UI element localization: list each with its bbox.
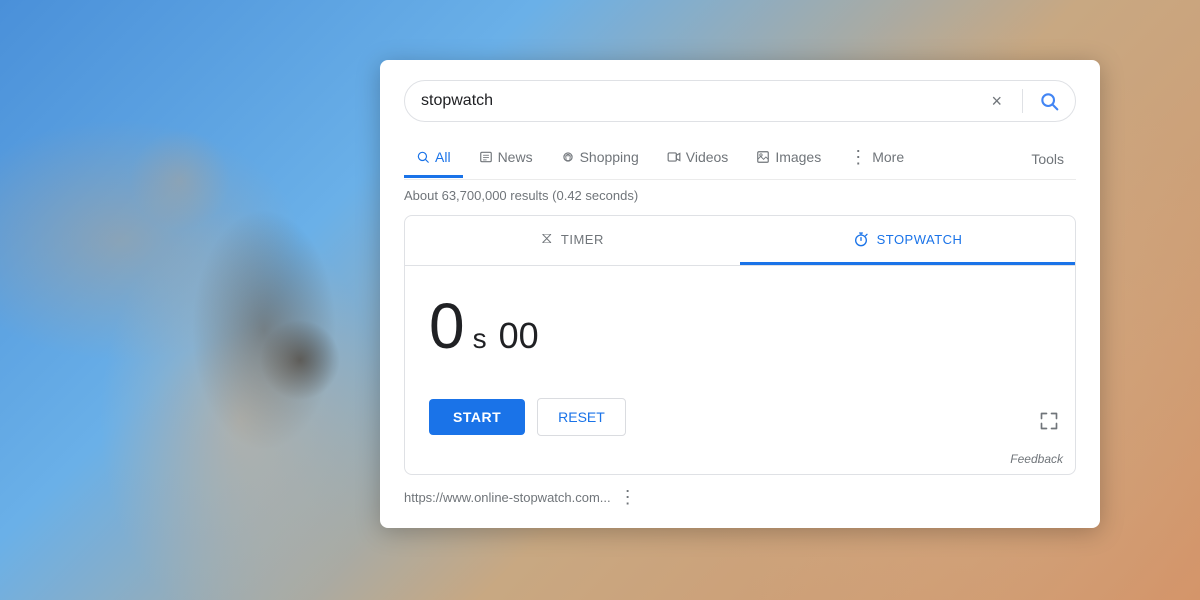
tab-shopping-label: Shopping bbox=[580, 149, 639, 165]
reset-button[interactable]: RESET bbox=[537, 398, 626, 436]
tools-label: Tools bbox=[1031, 151, 1064, 167]
search-input[interactable] bbox=[421, 92, 979, 110]
nav-tabs: All News Shopping Videos bbox=[404, 138, 1076, 180]
tab-news-label: News bbox=[498, 149, 533, 165]
tab-more-label: More bbox=[872, 149, 904, 165]
search-clear-button[interactable]: × bbox=[987, 91, 1006, 112]
widget-tab-stopwatch-label: STOPWATCH bbox=[877, 232, 963, 247]
url-bar: https://www.online-stopwatch.com... ⋮ bbox=[404, 483, 1076, 512]
videos-tab-icon bbox=[667, 150, 681, 164]
tab-shopping[interactable]: Shopping bbox=[549, 139, 651, 178]
tools-button[interactable]: Tools bbox=[1019, 141, 1076, 177]
widget-card: ⧖ TIMER STOPWATCH 0 s 00 bbox=[404, 215, 1076, 475]
tab-videos-label: Videos bbox=[686, 149, 729, 165]
widget-footer: START RESET bbox=[405, 386, 1075, 448]
results-count: About 63,700,000 results (0.42 seconds) bbox=[404, 188, 1076, 203]
start-button[interactable]: START bbox=[429, 399, 525, 435]
tab-videos[interactable]: Videos bbox=[655, 139, 741, 178]
search-divider bbox=[1022, 89, 1023, 113]
search-panel: × All News bbox=[380, 60, 1100, 528]
widget-tab-timer[interactable]: ⧖ TIMER bbox=[405, 216, 740, 265]
timer-icon: ⧖ bbox=[541, 230, 553, 248]
feedback-area: Feedback bbox=[405, 448, 1075, 474]
search-icon bbox=[1039, 91, 1059, 111]
result-url: https://www.online-stopwatch.com... bbox=[404, 490, 611, 505]
tab-all-label: All bbox=[435, 149, 451, 165]
tab-news[interactable]: News bbox=[467, 139, 545, 178]
stopwatch-display-area: 0 s 00 bbox=[405, 266, 1075, 386]
images-tab-icon bbox=[756, 150, 770, 164]
stopwatch-centiseconds: 00 bbox=[499, 315, 539, 357]
tab-more[interactable]: ⋮ More bbox=[837, 138, 916, 179]
all-tab-icon bbox=[416, 150, 430, 164]
clear-icon: × bbox=[991, 91, 1002, 112]
widget-tabs: ⧖ TIMER STOPWATCH bbox=[405, 216, 1075, 266]
widget-tab-stopwatch[interactable]: STOPWATCH bbox=[740, 216, 1075, 265]
tab-all[interactable]: All bbox=[404, 139, 463, 178]
shopping-tab-icon bbox=[561, 150, 575, 164]
widget-tab-timer-label: TIMER bbox=[561, 232, 604, 247]
stopwatch-display: 0 s 00 bbox=[429, 294, 539, 358]
news-tab-icon bbox=[479, 150, 493, 164]
more-tab-icon: ⋮ bbox=[849, 148, 867, 166]
tab-images-label: Images bbox=[775, 149, 821, 165]
stopwatch-unit: s bbox=[473, 323, 487, 355]
feedback-label[interactable]: Feedback bbox=[1010, 452, 1063, 466]
fullscreen-icon bbox=[1039, 411, 1059, 431]
fullscreen-button[interactable] bbox=[1039, 411, 1059, 436]
stopwatch-seconds: 0 bbox=[429, 294, 465, 358]
search-submit-button[interactable] bbox=[1039, 91, 1059, 111]
search-bar: × bbox=[404, 80, 1076, 122]
tab-images[interactable]: Images bbox=[744, 139, 833, 178]
stopwatch-tab-icon bbox=[853, 231, 869, 247]
url-options-icon[interactable]: ⋮ bbox=[619, 487, 637, 508]
